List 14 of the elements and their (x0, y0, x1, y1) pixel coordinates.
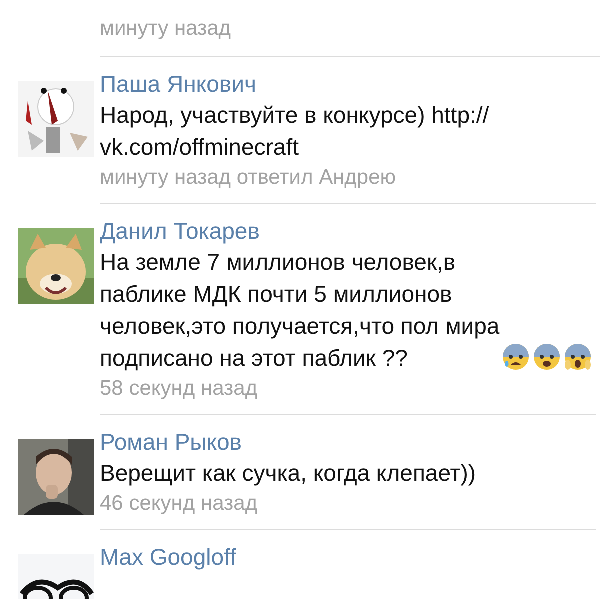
frightened-face-icon (532, 343, 561, 371)
comment-text: Народ, участвуйте в конкурсе) http:// vk.com/offminecraft (100, 101, 490, 162)
author-name[interactable]: Роман Рыков (100, 427, 596, 457)
comment-text: На земле 7 миллионов человек,в паблике МДК почти 5 миллионов человек,это получается,что пол мира подписано на этот паблик ?? (100, 248, 500, 373)
sweating-face-icon (502, 343, 530, 371)
comment-time: минуту назад ответил Андрею (100, 165, 398, 191)
screaming-face-icon (564, 343, 592, 371)
author-name[interactable]: Данил Токарев (100, 216, 596, 246)
author-name[interactable]: Max Googloff (100, 542, 596, 572)
comment-text: Верещит как сучка, когда клепает)) (100, 459, 476, 488)
comment-time: 46 секунд назад (100, 491, 259, 517)
comment-time: 58 секунд назад (100, 376, 259, 402)
author-name[interactable]: Паша Янкович (100, 69, 596, 99)
comment-time: минуту назад (100, 16, 232, 42)
